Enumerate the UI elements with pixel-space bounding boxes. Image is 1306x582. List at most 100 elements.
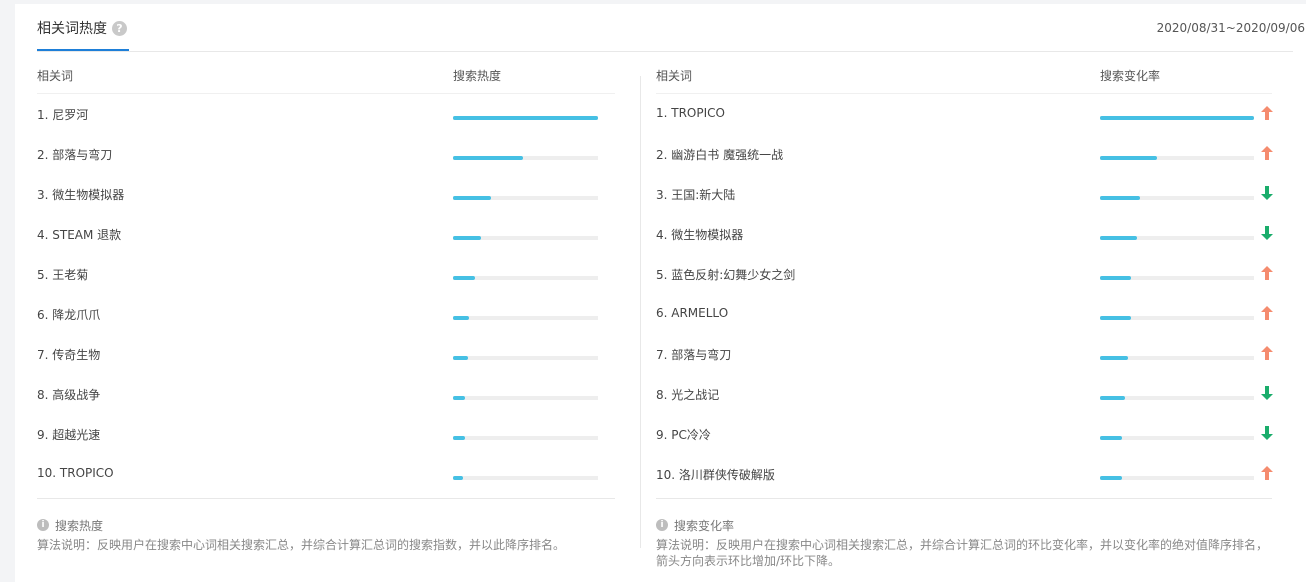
keyword-label[interactable]: 10. TROPICO [37,466,114,480]
keyword-label[interactable]: 2. 幽游白书 魔强统一战 [656,146,783,163]
keyword-label[interactable]: 9. 超越光速 [37,426,100,443]
keyword-label[interactable]: 5. 蓝色反射:幻舞少女之剑 [656,266,795,283]
arrow-up-icon [1261,466,1273,480]
list-item[interactable]: 2. 幽游白书 魔强统一战 [656,134,1273,174]
keyword-label[interactable]: 1. 尼罗河 [37,106,88,123]
list-item[interactable]: 2. 部落与弯刀 [37,134,615,174]
question-circle-icon[interactable]: ? [112,21,127,36]
search-change-note: i 搜索变化率 算法说明：反映用户在搜索中心词相关搜索汇总，并综合计算汇总词的环… [656,498,1272,569]
change-rate-bar [1100,196,1141,200]
related-words-card: 相关词热度 ? 2020/08/31~2020/09/06 相关词 搜索热度 1… [15,4,1306,582]
keyword-label[interactable]: 2. 部落与弯刀 [37,146,112,163]
change-rate-bar-track [1100,476,1254,480]
tab-label: 相关词热度 [37,21,107,37]
list-item[interactable]: 6. ARMELLO [656,294,1273,334]
keyword-label[interactable]: 6. ARMELLO [656,306,728,320]
heat-bar-track [453,396,598,400]
list-item[interactable]: 8. 高级战争 [37,374,615,414]
search-change-list: 1. TROPICO 2. 幽游白书 魔强统一战 3. 王国:新大陆 4. 微生物模拟… [656,94,1273,494]
info-circle-icon: i [656,519,668,531]
note-title: 搜索变化率 [674,518,735,533]
list-item[interactable]: 4. 微生物模拟器 [656,214,1273,254]
heat-bar-track [453,156,598,160]
panel-divider [640,76,641,548]
keyword-label[interactable]: 1. TROPICO [656,106,725,120]
list-item[interactable]: 9. 超越光速 [37,414,615,454]
heat-bar-track [453,356,598,360]
list-item[interactable]: 1. TROPICO [656,94,1273,134]
arrow-down-icon [1261,186,1273,200]
keyword-label[interactable]: 8. 高级战争 [37,386,100,403]
list-item[interactable]: 3. 微生物模拟器 [37,174,615,214]
heat-bar-track [453,116,598,120]
arrow-down-icon [1261,226,1273,240]
change-rate-bar-track [1100,396,1254,400]
search-change-panel: 相关词 搜索变化率 1. TROPICO 2. 幽游白书 魔强统一战 3. 王国:新… [656,60,1273,494]
heat-bar [453,276,475,280]
date-range: 2020/08/31~2020/09/06 [1156,21,1305,35]
list-item[interactable]: 7. 传奇生物 [37,334,615,374]
list-item[interactable]: 1. 尼罗河 [37,94,615,134]
change-rate-bar-track [1100,236,1254,240]
info-circle-icon: i [37,519,49,531]
arrow-up-icon [1261,146,1273,160]
keyword-label[interactable]: 4. STEAM 退款 [37,226,121,243]
arrow-up-icon [1261,106,1273,120]
keyword-label[interactable]: 7. 传奇生物 [37,346,100,363]
list-item[interactable]: 7. 部落与弯刀 [656,334,1273,374]
list-item[interactable]: 6. 降龙爪爪 [37,294,615,334]
tab-related-word-heat[interactable]: 相关词热度 ? [37,20,129,51]
change-rate-bar [1100,396,1125,400]
column-header-search-heat: 搜索热度 [453,69,502,83]
change-rate-bar-track [1100,116,1254,120]
change-rate-bar [1100,116,1254,120]
heat-bar-track [453,436,598,440]
arrow-down-icon [1261,426,1273,440]
change-rate-bar [1100,236,1137,240]
heat-bar-track [453,316,598,320]
keyword-label[interactable]: 3. 王国:新大陆 [656,186,735,203]
search-heat-list: 1. 尼罗河 2. 部落与弯刀 3. 微生物模拟器 4. STEAM 退款 5. 王老菊… [37,94,615,494]
list-item[interactable]: 5. 王老菊 [37,254,615,294]
list-item[interactable]: 8. 光之战记 [656,374,1273,414]
heat-bar-track [453,276,598,280]
change-rate-bar-track [1100,196,1254,200]
list-item[interactable]: 9. PC冷冷 [656,414,1273,454]
note-description-line-1: 算法说明：反映用户在搜索中心词相关搜索汇总，并综合计算汇总词的环比变化率，并以变… [656,538,1269,552]
heat-bar [453,476,464,480]
arrow-up-icon [1261,306,1273,320]
list-item[interactable]: 10. TROPICO [37,454,615,494]
keyword-label[interactable]: 9. PC冷冷 [656,426,711,443]
column-header-change-rate: 搜索变化率 [1100,69,1161,83]
change-rate-bar-track [1100,316,1254,320]
heat-bar [453,116,598,120]
keyword-label[interactable]: 8. 光之战记 [656,386,719,403]
list-item[interactable]: 5. 蓝色反射:幻舞少女之剑 [656,254,1273,294]
list-item[interactable]: 3. 王国:新大陆 [656,174,1273,214]
keyword-label[interactable]: 3. 微生物模拟器 [37,186,124,203]
heat-bar [453,396,465,400]
keyword-label[interactable]: 6. 降龙爪爪 [37,306,100,323]
note-description-line-2: 箭头方向表示环比增加/环比下降。 [656,554,841,568]
change-rate-bar [1100,476,1122,480]
tab-bar: 相关词热度 ? 2020/08/31~2020/09/06 [37,4,1305,52]
list-item[interactable]: 10. 洛川群侠传破解版 [656,454,1273,494]
keyword-label[interactable]: 5. 王老菊 [37,266,88,283]
note-description: 算法说明：反映用户在搜索中心词相关搜索汇总，并综合计算汇总词的搜索指数，并以此降… [37,538,566,552]
table-header: 相关词 搜索热度 [37,60,615,94]
change-rate-bar [1100,156,1157,160]
heat-bar [453,436,465,440]
heat-bar-track [453,476,598,480]
keyword-label[interactable]: 7. 部落与弯刀 [656,346,731,363]
heat-bar [453,356,468,360]
arrow-up-icon [1261,266,1273,280]
keyword-label[interactable]: 10. 洛川群侠传破解版 [656,466,775,483]
keyword-label[interactable]: 4. 微生物模拟器 [656,226,743,243]
change-rate-bar-track [1100,276,1254,280]
list-item[interactable]: 4. STEAM 退款 [37,214,615,254]
change-rate-bar [1100,316,1131,320]
heat-bar [453,156,523,160]
heat-bar [453,316,469,320]
change-rate-bar [1100,276,1131,280]
change-rate-bar-track [1100,436,1254,440]
